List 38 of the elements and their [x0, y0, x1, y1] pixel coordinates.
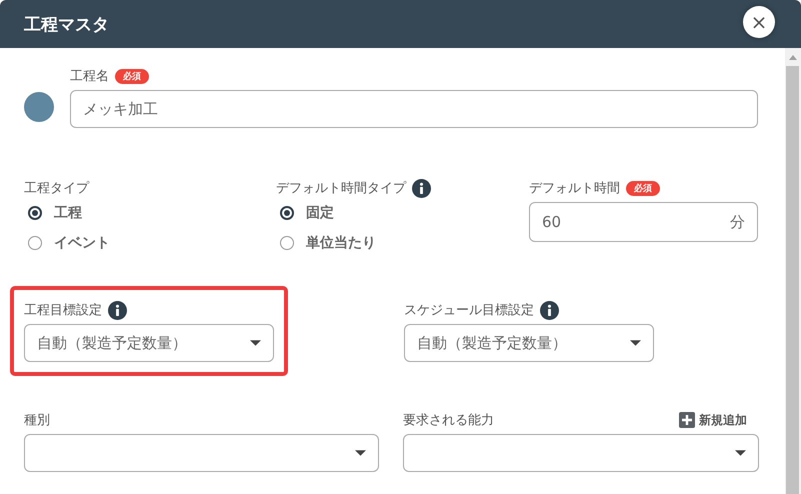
input-field[interactable]: 60 分 — [529, 202, 758, 242]
caret-icon — [250, 340, 261, 346]
window-title: 工程マスタ — [24, 14, 109, 36]
radio-button[interactable] — [280, 206, 294, 220]
color-dot[interactable] — [24, 92, 54, 122]
radio-option[interactable]: 工程 — [28, 204, 276, 222]
required-badge: 必須 — [626, 180, 660, 196]
radio-option[interactable]: イベント — [28, 234, 276, 252]
field-label: 種別 — [24, 412, 50, 429]
radio-option[interactable]: 固定 — [280, 204, 529, 222]
dropdown[interactable]: 自動（製造予定数量） — [24, 324, 274, 362]
caret-icon — [630, 340, 641, 346]
radio-option[interactable]: 単位当たり — [280, 234, 529, 252]
field-label: 工程目標設定 — [24, 302, 102, 319]
field-label: スケジュール目標設定 — [404, 302, 534, 319]
radio-button[interactable] — [28, 206, 42, 220]
radio-button[interactable] — [280, 236, 294, 250]
input-field[interactable]: メッキ加工 — [70, 90, 758, 128]
field-label: 工程タイプ — [24, 180, 89, 197]
scrollbar-thumb[interactable] — [786, 66, 799, 494]
info-icon[interactable] — [540, 300, 559, 320]
dropdown[interactable] — [403, 434, 759, 472]
radio-button[interactable] — [28, 236, 42, 250]
info-icon[interactable] — [108, 300, 127, 320]
field-label: 要求される能力 — [403, 412, 494, 429]
info-icon[interactable] — [412, 178, 431, 198]
add-button[interactable]: 新規追加 — [679, 412, 747, 428]
scroll-up-icon[interactable] — [789, 55, 797, 60]
plus-icon — [679, 412, 695, 428]
required-badge: 必須 — [115, 68, 149, 84]
field-label: デフォルト時間 — [529, 180, 620, 197]
dropdown[interactable] — [24, 434, 379, 472]
field-label: 工程名 — [70, 68, 109, 85]
unit-label: 分 — [730, 212, 745, 232]
caret-icon — [735, 450, 746, 456]
dropdown[interactable]: 自動（製造予定数量） — [404, 324, 654, 362]
field-label: デフォルト時間タイプ — [276, 180, 406, 197]
caret-icon — [355, 450, 366, 456]
